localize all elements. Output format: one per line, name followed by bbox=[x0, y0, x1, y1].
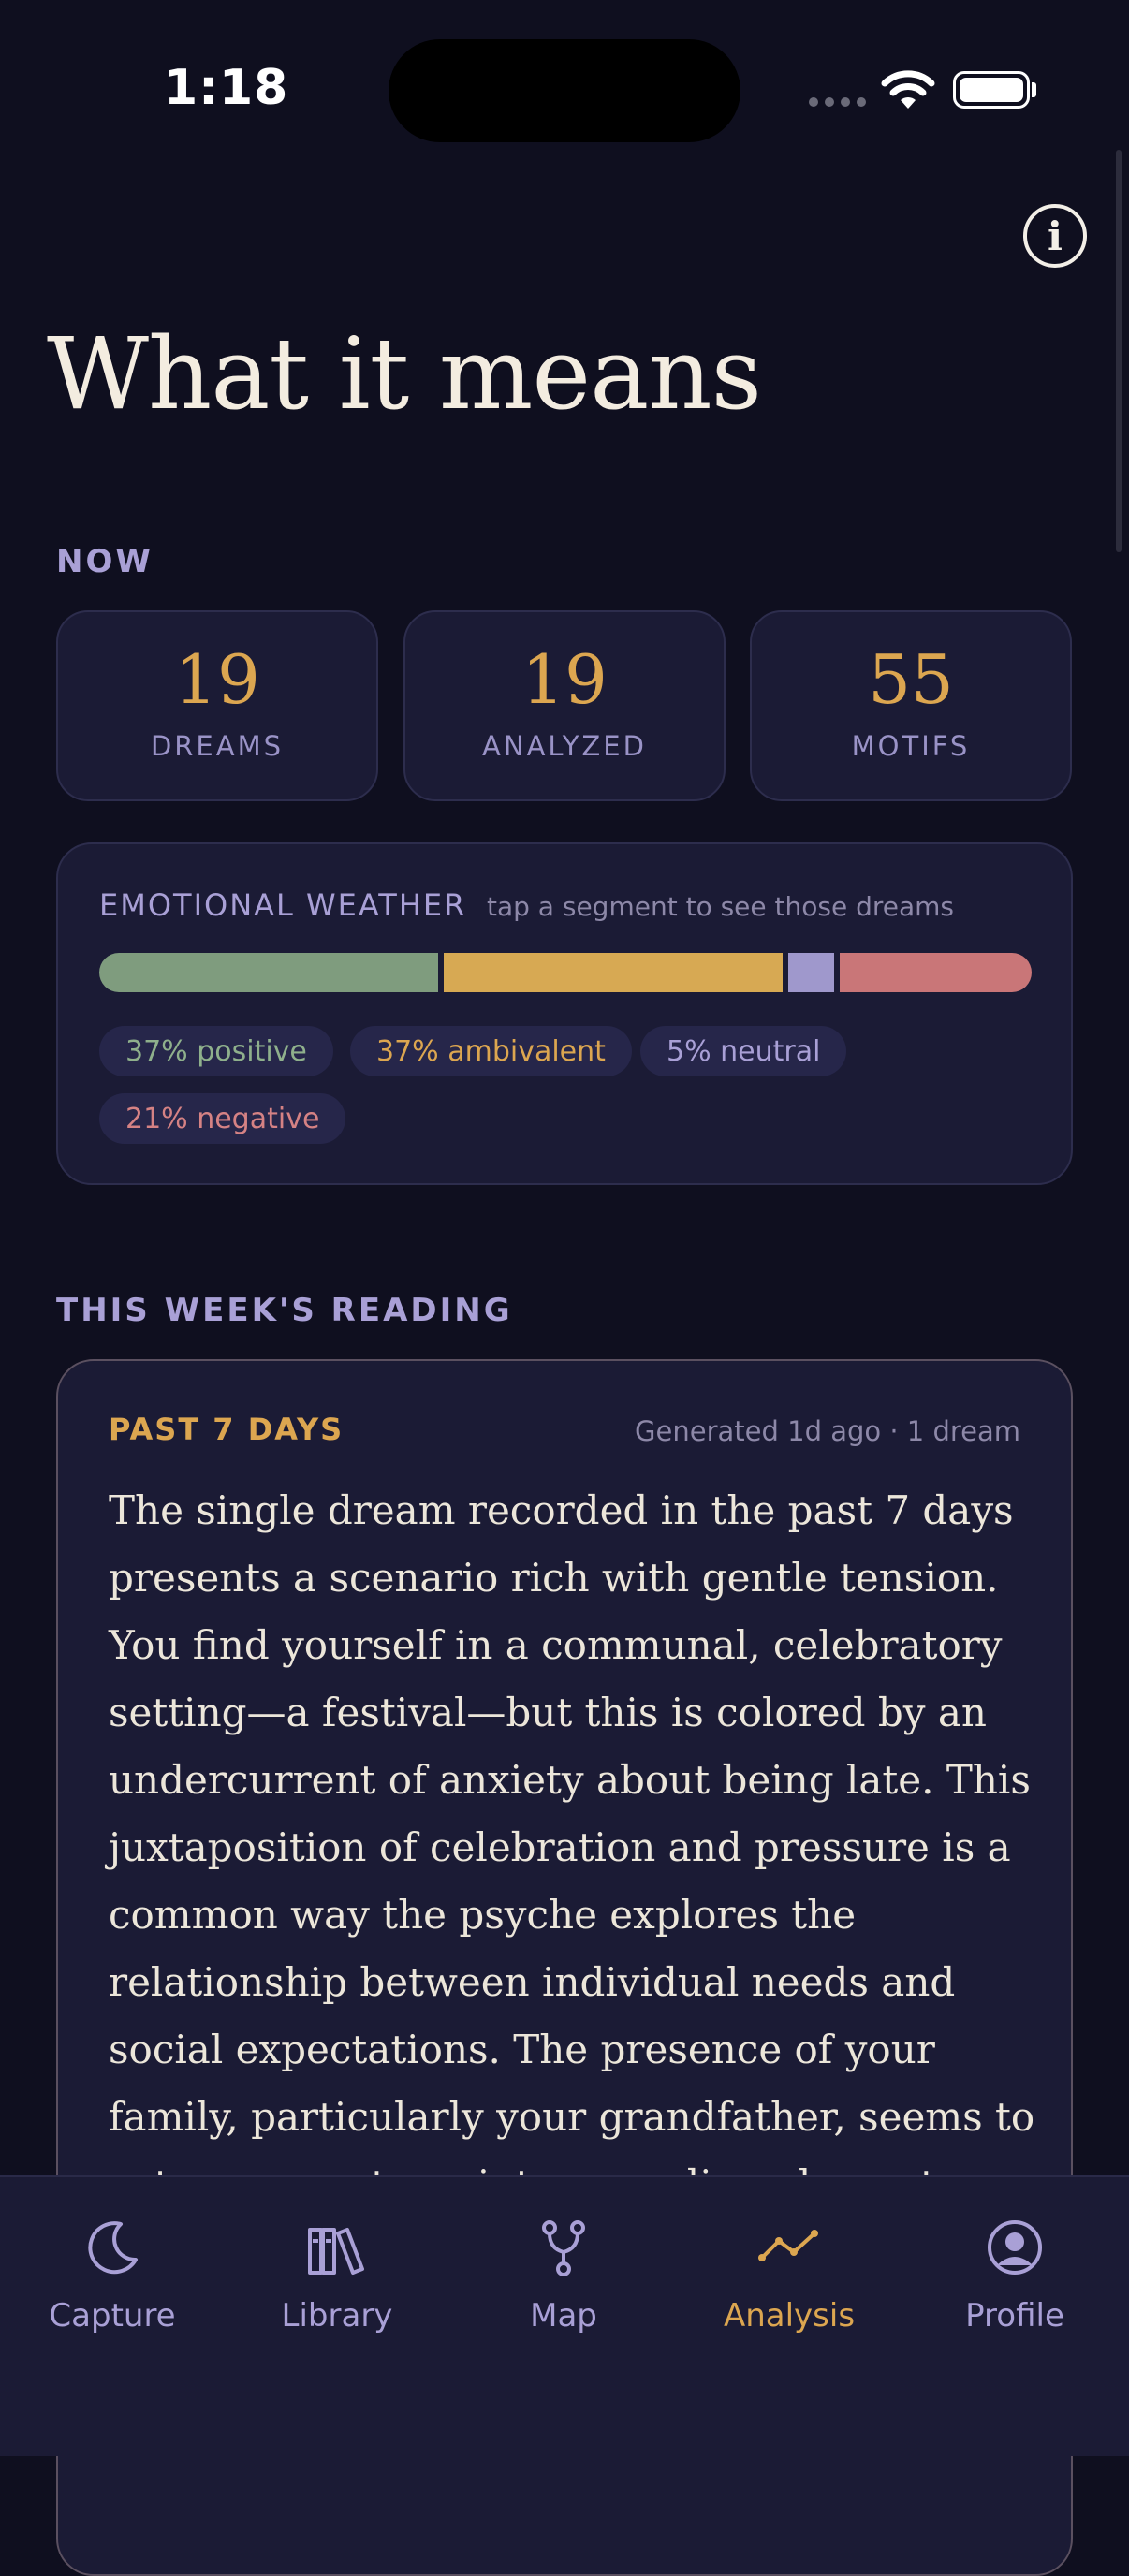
chip-ambivalent[interactable]: 37% ambivalent bbox=[350, 1026, 632, 1076]
tab-capture[interactable]: Capture bbox=[19, 2215, 206, 2334]
stat-label: DREAMS bbox=[150, 730, 285, 762]
battery-tip bbox=[1032, 82, 1036, 97]
trend-line-icon bbox=[758, 2230, 818, 2261]
tab-map[interactable]: Map bbox=[470, 2215, 657, 2334]
stat-card-dreams[interactable]: 19 DREAMS bbox=[56, 610, 378, 801]
stat-label: ANALYZED bbox=[482, 730, 647, 762]
info-icon: i bbox=[1048, 212, 1063, 259]
books-icon bbox=[308, 2228, 364, 2275]
tab-label: Capture bbox=[49, 2297, 176, 2334]
info-button[interactable]: i bbox=[1023, 204, 1087, 268]
tab-bar: Capture Library Map Analysis Profile bbox=[0, 2175, 1129, 2456]
tab-label: Map bbox=[530, 2297, 597, 2334]
stat-card-motifs[interactable]: 55 MOTIFS bbox=[750, 610, 1072, 801]
dynamic-island bbox=[389, 39, 740, 142]
scroll-indicator[interactable] bbox=[1116, 150, 1122, 552]
chip-positive[interactable]: 37% positive bbox=[99, 1026, 333, 1076]
tab-label: Analysis bbox=[723, 2297, 856, 2334]
weather-segment-negative[interactable] bbox=[839, 953, 1032, 992]
tab-profile[interactable]: Profile bbox=[921, 2215, 1108, 2334]
page-title: What it means bbox=[47, 316, 762, 432]
chip-neutral[interactable]: 5% neutral bbox=[640, 1026, 847, 1076]
user-circle-icon bbox=[988, 2220, 1042, 2275]
stat-value: 55 bbox=[868, 640, 954, 719]
battery-icon bbox=[953, 71, 1030, 109]
weather-segment-neutral[interactable] bbox=[787, 953, 834, 992]
stat-label: MOTIFS bbox=[851, 730, 971, 762]
stat-card-analyzed[interactable]: 19 ANALYZED bbox=[403, 610, 726, 801]
reading-meta: Generated 1d ago · 1 dream bbox=[635, 1415, 1020, 1447]
tab-label: Library bbox=[281, 2297, 393, 2334]
stat-value: 19 bbox=[521, 640, 608, 719]
emotional-weather-bar bbox=[99, 953, 1032, 992]
cellular-signal-icon bbox=[809, 97, 866, 107]
now-section-label: NOW bbox=[56, 543, 154, 580]
chip-negative[interactable]: 21% negative bbox=[99, 1093, 346, 1144]
tab-analysis[interactable]: Analysis bbox=[696, 2215, 883, 2334]
branch-icon bbox=[542, 2220, 585, 2276]
emotional-weather-hint: tap a segment to see those dreams bbox=[487, 891, 955, 922]
wifi-icon bbox=[881, 70, 935, 109]
status-time: 1:18 bbox=[164, 60, 289, 116]
tab-library[interactable]: Library bbox=[243, 2215, 431, 2334]
emotional-weather-card: EMOTIONAL WEATHER tap a segment to see t… bbox=[56, 842, 1073, 1185]
tab-label: Profile bbox=[965, 2297, 1064, 2334]
reading-body: The single dream recorded in the past 7 … bbox=[109, 1487, 1035, 2275]
moon-icon bbox=[88, 2221, 138, 2275]
reading-range: PAST 7 DAYS bbox=[109, 1412, 345, 1447]
weather-segment-ambivalent[interactable] bbox=[443, 953, 783, 992]
stat-value: 19 bbox=[174, 640, 260, 719]
emotional-weather-title: EMOTIONAL WEATHER bbox=[99, 887, 467, 923]
weekly-reading-section-label: THIS WEEK'S READING bbox=[56, 1292, 513, 1329]
weather-segment-positive[interactable] bbox=[99, 953, 438, 992]
